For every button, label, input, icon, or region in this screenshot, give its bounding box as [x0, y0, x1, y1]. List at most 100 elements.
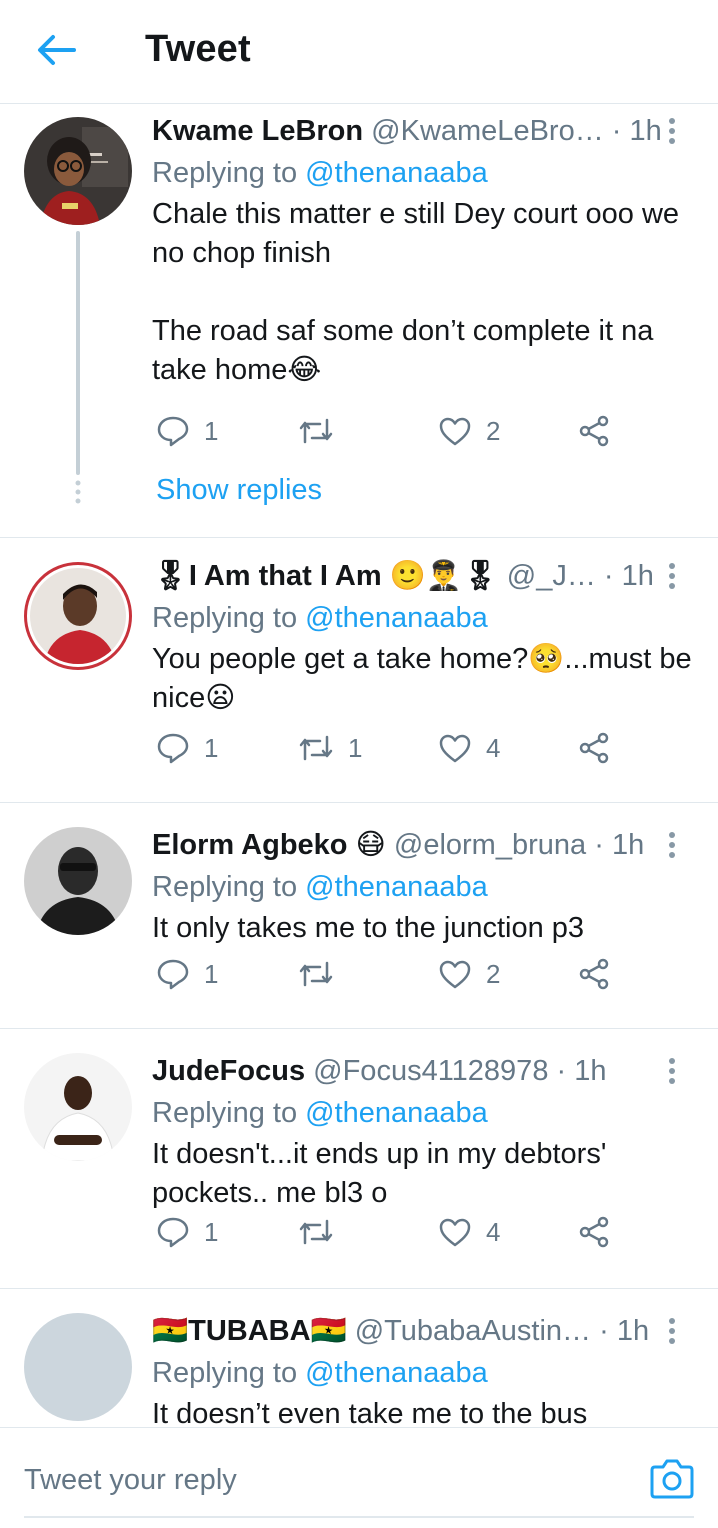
- timestamp: 1h: [611, 829, 645, 861]
- tweet-header: 🇬🇭TUBABA🇬🇭 @TubabaAustin… · 1h: [152, 1309, 698, 1353]
- avatar[interactable]: [24, 827, 132, 935]
- tweet-body: 🎖I Am that I Am 🙂👨‍✈️🎖 @_J… · 1h Replyin…: [152, 554, 698, 718]
- reply-icon: [157, 416, 189, 447]
- tweet-body: JudeFocus @Focus41128978 · 1h Replying t…: [152, 1049, 698, 1213]
- more-vertical-icon: [669, 1318, 675, 1344]
- more-options-button[interactable]: [654, 1309, 690, 1353]
- mention-link[interactable]: @thenanaaba: [305, 157, 488, 189]
- tweet-actions: 1 1 4: [156, 728, 636, 768]
- heart-icon: [439, 417, 471, 446]
- mention-link[interactable]: @thenanaaba: [305, 1357, 488, 1389]
- tweet-text: It doesn't...it ends up in my debtors' p…: [152, 1135, 698, 1213]
- reply-icon: [157, 733, 189, 764]
- avatar[interactable]: [24, 117, 132, 225]
- reply-button[interactable]: 1: [156, 1212, 218, 1252]
- show-replies-link[interactable]: Show replies: [156, 474, 322, 507]
- display-name[interactable]: JudeFocus: [152, 1055, 305, 1087]
- reply-composer: [0, 1427, 718, 1528]
- replying-label: Replying to: [152, 157, 298, 189]
- tweet-actions: 1 2: [156, 411, 636, 451]
- tweet-header: Kwame LeBron @KwameLeBro… · 1h: [152, 109, 698, 153]
- reply-button[interactable]: 1: [156, 954, 218, 994]
- separator: ·: [611, 115, 622, 147]
- display-name[interactable]: 🇬🇭TUBABA🇬🇭: [152, 1315, 347, 1347]
- separator: ·: [594, 829, 604, 861]
- reply-tweet[interactable]: Elorm Agbeko 😷 @elorm_bruna · 1h Replyin…: [0, 803, 718, 1029]
- share-button[interactable]: [578, 728, 610, 768]
- reply-icon: [157, 1217, 189, 1248]
- retweet-button[interactable]: [298, 411, 348, 451]
- tweet-header: 🎖I Am that I Am 🙂👨‍✈️🎖 @_J… · 1h: [152, 554, 698, 598]
- handle[interactable]: @TubabaAustin…: [355, 1315, 591, 1347]
- reply-tweet[interactable]: JudeFocus @Focus41128978 · 1h Replying t…: [0, 1029, 718, 1289]
- share-icon: [579, 732, 609, 764]
- replying-to: Replying to @thenanaaba: [152, 1353, 698, 1393]
- mention-link[interactable]: @thenanaaba: [305, 602, 488, 634]
- arrow-left-icon: [38, 35, 76, 65]
- back-button[interactable]: [30, 26, 82, 74]
- avatar-placeholder[interactable]: [24, 1313, 132, 1421]
- handle[interactable]: @KwameLeBro…: [371, 115, 604, 147]
- heart-icon: [439, 734, 471, 763]
- share-icon: [579, 958, 609, 990]
- avatar[interactable]: [24, 1053, 132, 1161]
- more-options-button[interactable]: [654, 109, 690, 153]
- replying-to: Replying to @thenanaaba: [152, 1093, 698, 1133]
- camera-button[interactable]: [648, 1458, 696, 1500]
- more-options-button[interactable]: [654, 1049, 690, 1093]
- retweet-icon: [299, 961, 333, 987]
- retweet-button[interactable]: [298, 954, 348, 994]
- tweet-text-line: Chale this matter e still Dey court ooo …: [152, 198, 680, 269]
- reply-icon: [157, 959, 189, 990]
- heart-icon: [439, 960, 471, 989]
- tweet-header: JudeFocus @Focus41128978 · 1h: [152, 1049, 698, 1093]
- more-vertical-icon: [669, 832, 675, 858]
- timestamp: 1h: [574, 1055, 607, 1087]
- page-title: Tweet: [145, 28, 251, 70]
- reply-button[interactable]: 1: [156, 411, 218, 451]
- reply-tweet[interactable]: Kwame LeBron @KwameLeBro… · 1h Replying …: [0, 105, 718, 538]
- avatar[interactable]: [24, 562, 132, 670]
- more-vertical-icon: [669, 1058, 675, 1084]
- tweet-text: Chale this matter e still Dey court ooo …: [152, 195, 698, 390]
- like-button[interactable]: 2: [438, 954, 500, 994]
- reply-tweet[interactable]: 🎖I Am that I Am 🙂👨‍✈️🎖 @_J… · 1h Replyin…: [0, 538, 718, 803]
- tweet-body: 🇬🇭TUBABA🇬🇭 @TubabaAustin… · 1h Replying …: [152, 1309, 698, 1427]
- like-button[interactable]: 4: [438, 1212, 500, 1252]
- tweet-text-line: It doesn’t even take me to the bus: [152, 1398, 588, 1427]
- tweet-actions: 1 4: [156, 1212, 636, 1252]
- tweet-text-line: You people get a take home?🥺...must be n…: [152, 643, 692, 714]
- display-name[interactable]: Elorm Agbeko 😷: [152, 829, 386, 861]
- mention-link[interactable]: @thenanaaba: [305, 1097, 488, 1129]
- reply-button[interactable]: 1: [156, 728, 218, 768]
- share-icon: [579, 415, 609, 447]
- timestamp: 1h: [621, 560, 654, 592]
- like-button[interactable]: 4: [438, 728, 500, 768]
- reply-input[interactable]: [24, 1450, 624, 1510]
- like-button[interactable]: 2: [438, 411, 500, 451]
- mention-link[interactable]: @thenanaaba: [305, 871, 488, 903]
- more-options-button[interactable]: [654, 823, 690, 867]
- retweet-button[interactable]: [298, 1212, 348, 1252]
- handle[interactable]: @elorm_bruna: [394, 829, 586, 861]
- replying-to: Replying to @thenanaaba: [152, 867, 698, 907]
- tweet-text-line: The road saf some don’t complete it na t…: [152, 315, 654, 386]
- more-vertical-icon: [669, 118, 675, 144]
- share-button[interactable]: [578, 954, 610, 994]
- retweet-icon: [299, 735, 333, 761]
- like-count: 4: [486, 732, 501, 763]
- reply-tweet[interactable]: 🇬🇭TUBABA🇬🇭 @TubabaAustin… · 1h Replying …: [0, 1289, 718, 1427]
- display-name[interactable]: Kwame LeBron: [152, 115, 363, 147]
- replying-to: Replying to @thenanaaba: [152, 598, 698, 638]
- replies-feed[interactable]: Kwame LeBron @KwameLeBro… · 1h Replying …: [0, 105, 718, 1427]
- like-count: 2: [486, 958, 501, 989]
- handle[interactable]: @_J…: [507, 560, 596, 592]
- share-button[interactable]: [578, 411, 610, 451]
- reply-count: 1: [204, 732, 219, 763]
- share-button[interactable]: [578, 1212, 610, 1252]
- display-name[interactable]: 🎖I Am that I Am 🙂👨‍✈️🎖: [152, 560, 499, 592]
- more-options-button[interactable]: [654, 554, 690, 598]
- camera-icon: [650, 1459, 694, 1499]
- retweet-button[interactable]: 1: [298, 728, 362, 768]
- handle[interactable]: @Focus41128978: [313, 1055, 548, 1087]
